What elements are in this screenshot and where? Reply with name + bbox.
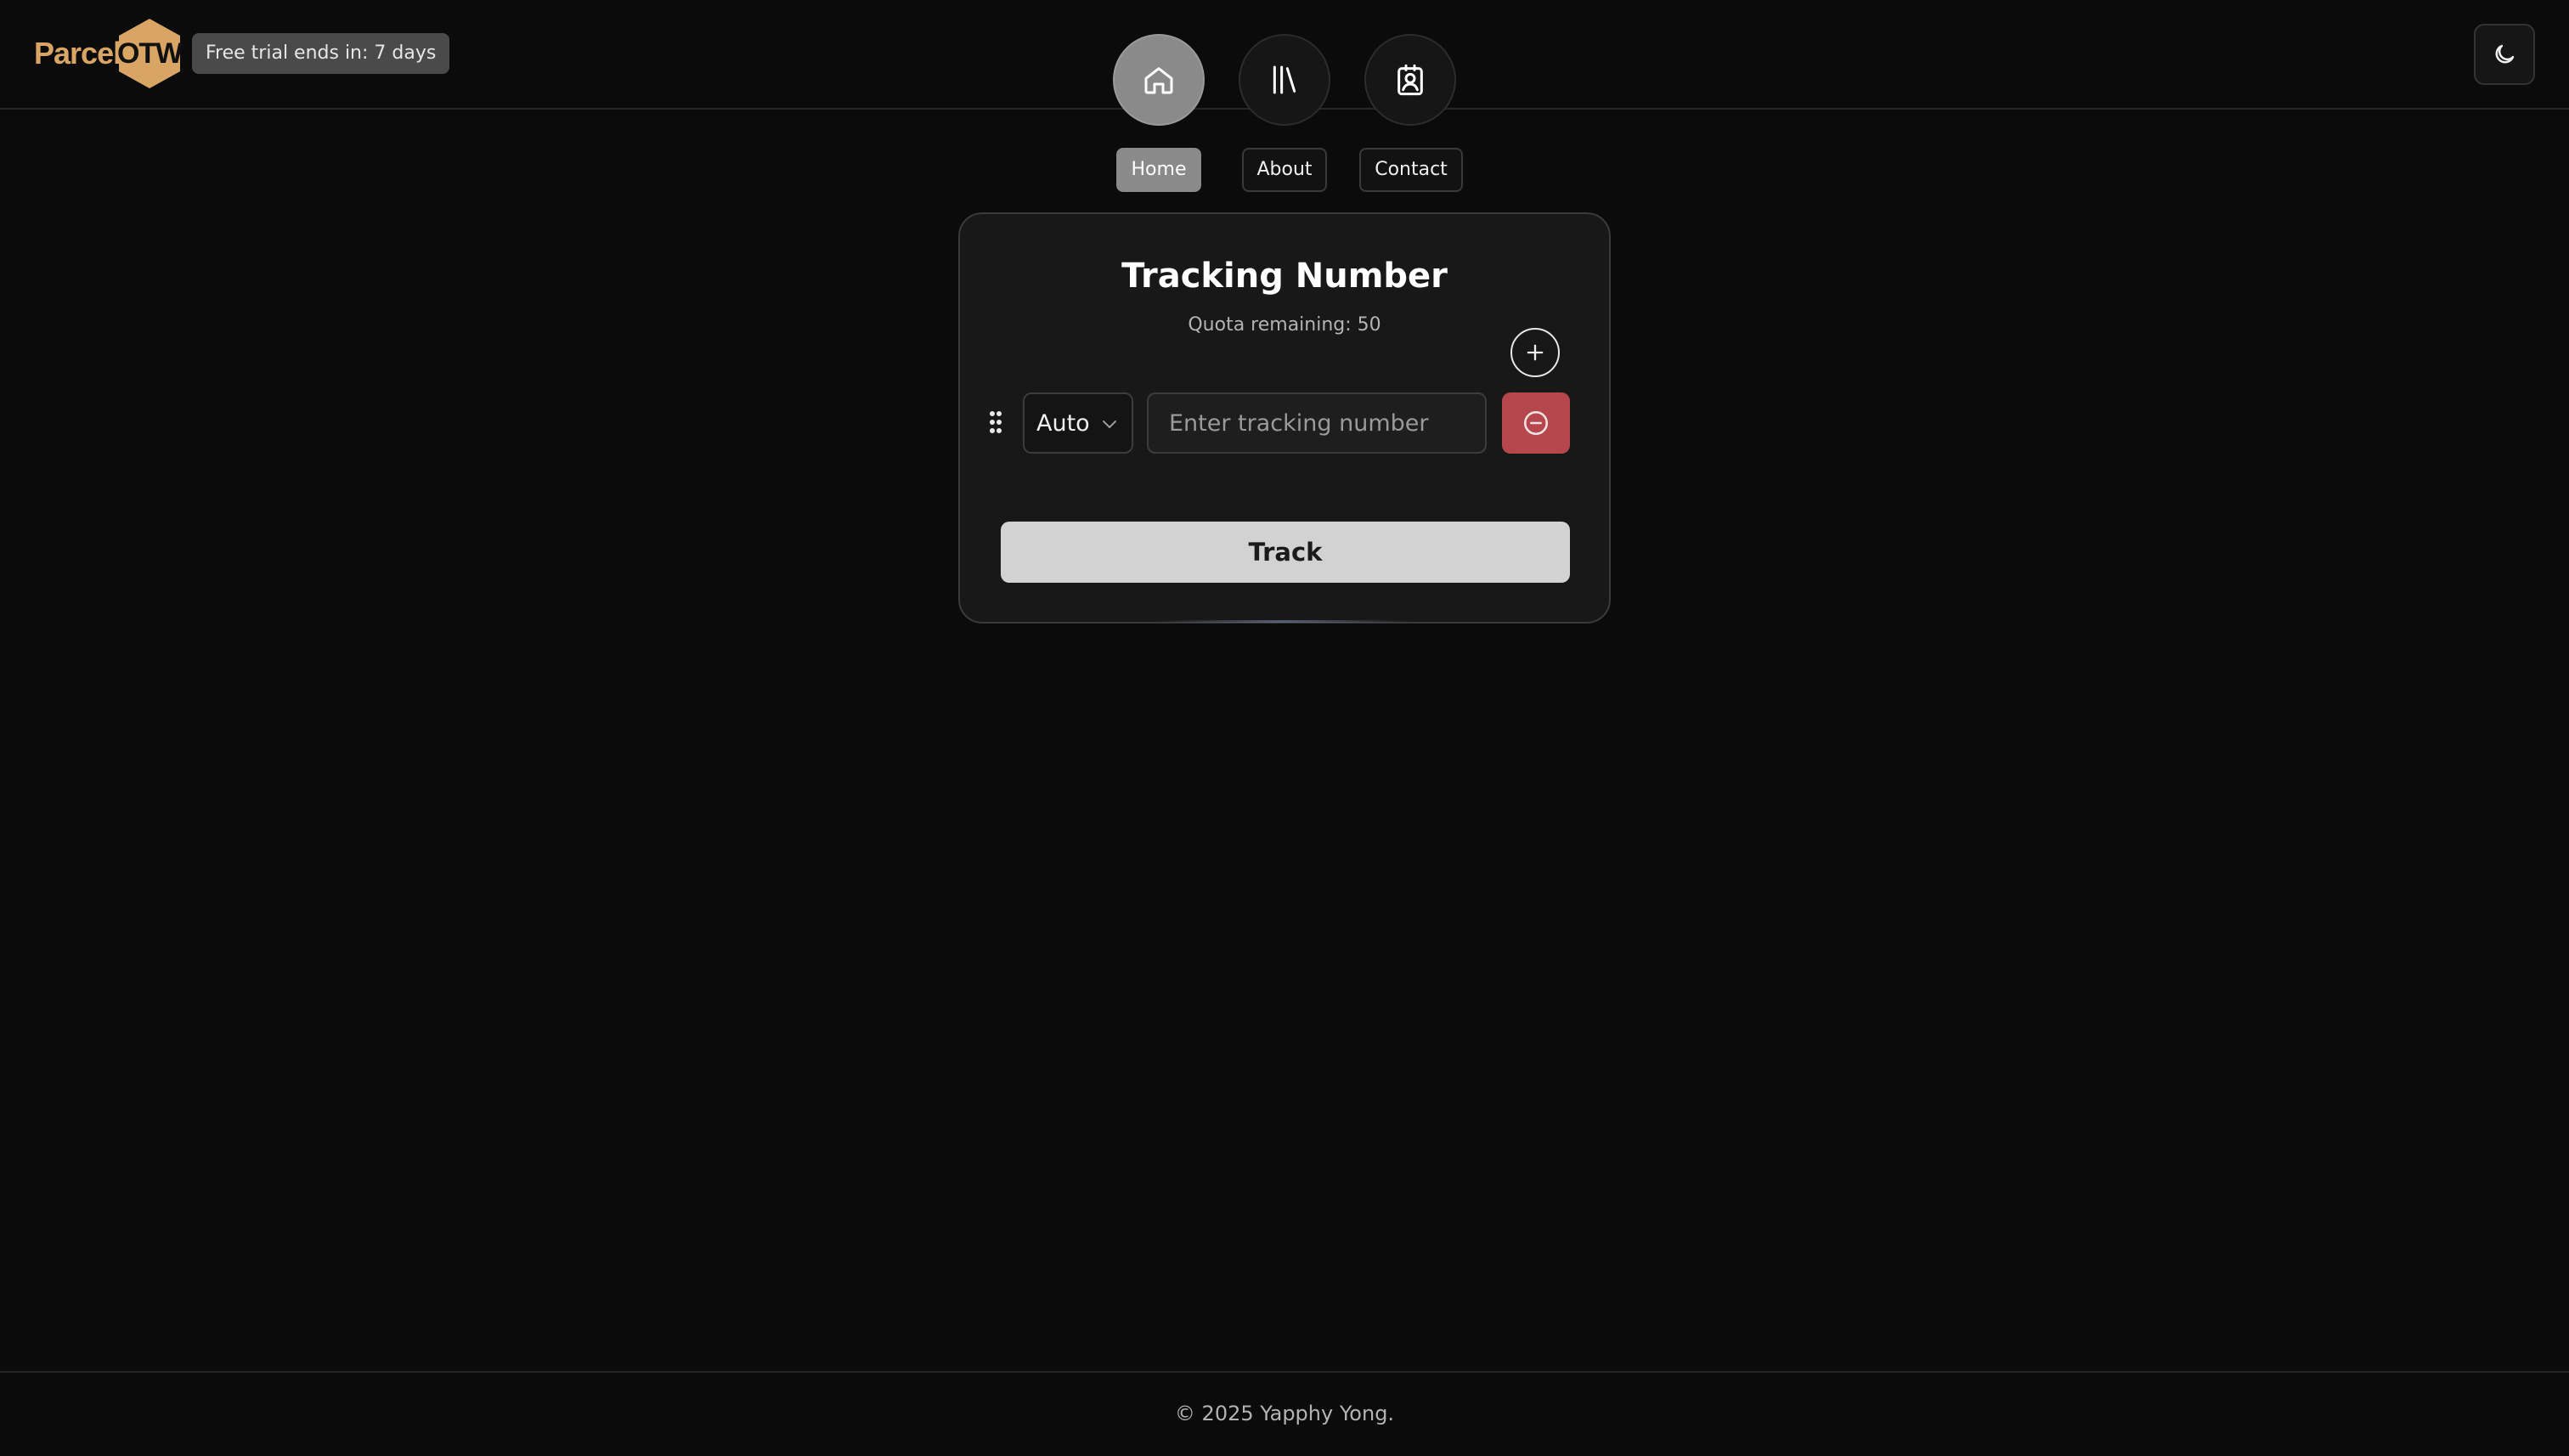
track-button[interactable]: Track [1001,522,1570,583]
card-title: Tracking Number [1121,257,1448,296]
logo-hexagon: OTW [116,17,183,90]
card-bottom-glow [1155,620,1410,623]
tab-about[interactable]: About [1242,148,1327,192]
tab-contact[interactable]: Contact [1359,148,1463,192]
logo-text-parcel: Parcel [34,36,121,71]
quota-remaining-text: Quota remaining: 50 [1188,314,1381,336]
contact-icon [1397,64,1423,96]
carrier-select[interactable]: Auto [1023,392,1133,454]
theme-toggle-button[interactable] [2474,24,2535,85]
library-icon [1273,65,1296,94]
nav-about-button[interactable] [1239,34,1330,126]
minus-circle-icon [1523,410,1549,436]
tab-home[interactable]: Home [1116,148,1201,192]
home-icon [1144,67,1173,94]
chevron-down-icon [1103,420,1116,428]
footer: © 2025 Yapphy Yong. [0,1371,2569,1456]
drag-handle-icon[interactable] [989,409,1002,435]
free-trial-badge: Free trial ends in: 7 days [192,33,450,74]
logo-text-otw: OTW [116,37,183,70]
tracking-number-input[interactable] [1147,392,1487,454]
carrier-select-value: Auto [1036,409,1090,437]
tracking-card: Tracking Number Quota remaining: 50 Auto… [958,212,1611,624]
plus-icon [1527,344,1544,361]
copyright-text: © 2025 Yapphy Yong. [1174,1402,1395,1425]
remove-tracking-row-button[interactable] [1502,392,1570,454]
nav-home-button[interactable] [1113,34,1205,126]
nav-contact-button[interactable] [1364,34,1456,126]
moon-icon [2495,44,2515,64]
add-tracking-row-button[interactable] [1510,328,1560,377]
parcelotw-logo[interactable]: Parcel OTW [34,17,183,90]
